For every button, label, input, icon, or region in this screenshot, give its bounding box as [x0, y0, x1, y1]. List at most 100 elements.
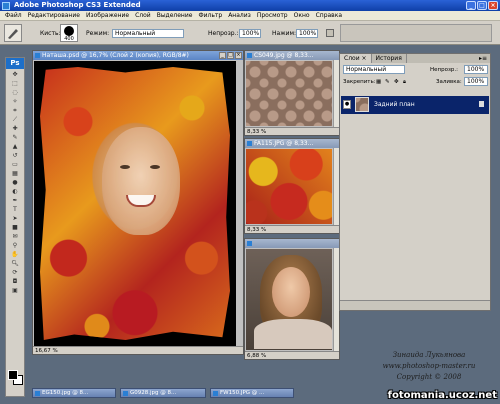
menu-window[interactable]: Окно — [291, 12, 313, 19]
hand-icon[interactable]: ✋ — [6, 250, 24, 259]
document-title[interactable]: Наташа.psd @ 16,7% (Слой 2 (копия), RGB/… — [33, 51, 243, 60]
marquee-icon[interactable]: ⬚ — [6, 79, 24, 88]
doc-maximize-button[interactable]: □ — [227, 52, 234, 59]
canvas[interactable] — [34, 61, 236, 346]
blend-mode-select[interactable]: Нормальный — [343, 65, 405, 74]
document-icon — [247, 241, 252, 246]
document-title[interactable] — [245, 239, 339, 248]
menu-help[interactable]: Справка — [313, 12, 345, 19]
menu-bar: Файл Редактирование Изображение Слой Выд… — [0, 11, 500, 21]
magic-wand-icon[interactable]: ✧ — [6, 97, 24, 106]
visibility-eye-icon[interactable]: ● — [343, 100, 351, 109]
document-window-main[interactable]: Наташа.psd @ 16,7% (Слой 2 (копия), RGB/… — [32, 50, 244, 355]
tab-history[interactable]: История — [372, 54, 407, 63]
brush-icon — [8, 29, 18, 39]
zoom-icon[interactable]: 🔍︎ — [6, 259, 24, 268]
slice-icon[interactable]: ⟋ — [6, 115, 24, 124]
lock-transparency-icon[interactable]: ▦ — [376, 79, 381, 85]
type-icon[interactable]: T — [6, 205, 24, 214]
eyedropper-icon[interactable]: ⚲ — [6, 241, 24, 250]
path-select-icon[interactable]: ➤ — [6, 214, 24, 223]
document-window-leaves[interactable]: FA115.JPG @ 8,33... 8,33 % — [244, 138, 340, 234]
shape-icon[interactable]: ■ — [6, 223, 24, 232]
panel-menu-icon[interactable]: ▸≡ — [479, 55, 487, 62]
opacity-field[interactable]: 100% — [239, 29, 261, 38]
layer-opacity-field[interactable]: 100% — [464, 65, 488, 74]
move-icon[interactable]: ✥ — [6, 70, 24, 79]
fill-field[interactable]: 100% — [464, 77, 488, 86]
minimized-doc-3[interactable]: FW150.JPG @ ... — [210, 388, 294, 398]
menu-layer[interactable]: Слой — [132, 12, 154, 19]
history-brush-icon[interactable]: ↺ — [6, 151, 24, 160]
lasso-icon[interactable]: ◌ — [6, 88, 24, 97]
document-title[interactable]: CS049.jpg @ 8,33... — [245, 51, 339, 60]
minimized-doc-1[interactable]: EG150.jpg @ 8... — [32, 388, 116, 398]
lock-all-icon[interactable]: 🔒︎ — [403, 79, 406, 86]
brush-icon[interactable]: ✎ — [6, 133, 24, 142]
lock-position-icon[interactable]: ✥ — [394, 79, 399, 85]
face-overlay — [102, 127, 180, 235]
layer-row[interactable]: ● Задний план — [341, 96, 489, 114]
stamp-icon[interactable]: ▲ — [6, 142, 24, 151]
notes-icon[interactable]: ✉ — [6, 232, 24, 241]
menu-analysis[interactable]: Анализ — [225, 12, 254, 19]
maximize-button[interactable]: □ — [477, 1, 487, 10]
zoom-level[interactable]: 16,67 % — [35, 348, 58, 354]
healing-icon[interactable]: ✚ — [6, 124, 24, 133]
brush-size-picker[interactable]: 400 — [60, 24, 78, 42]
flow-field[interactable]: 100% — [296, 29, 318, 38]
menu-select[interactable]: Выделение — [154, 12, 196, 19]
minimized-doc-title: G0928.jpg @ 8... — [130, 390, 177, 396]
app-title: Adobe Photoshop CS3 Extended — [14, 1, 141, 9]
foreground-color-swatch[interactable] — [8, 370, 18, 380]
signature-line-2: www.photoshop-master.ru — [382, 362, 476, 370]
document-window-portrait[interactable]: 6,88 % — [244, 238, 340, 360]
screen-mode-icon[interactable]: ▣ — [6, 286, 24, 295]
document-icon — [213, 391, 218, 396]
menu-file[interactable]: Файл — [2, 12, 25, 19]
menu-image[interactable]: Изображение — [83, 12, 132, 19]
mode-value: Нормальный — [115, 30, 156, 37]
mode-label: Режим: — [86, 30, 110, 37]
minimized-doc-title: EG150.jpg @ 8... — [42, 390, 89, 396]
menu-filter[interactable]: Фильтр — [195, 12, 225, 19]
dodge-icon[interactable]: ◐ — [6, 187, 24, 196]
doc-minimize-button[interactable]: _ — [219, 52, 226, 59]
left-eye — [120, 165, 130, 169]
eraser-icon[interactable]: ▭ — [6, 160, 24, 169]
palette-well[interactable] — [340, 24, 492, 42]
3d-rotate-icon[interactable]: ⟳ — [6, 268, 24, 277]
pen-icon[interactable]: ✒ — [6, 196, 24, 205]
zoom-level[interactable]: 8,33 % — [247, 227, 266, 233]
crop-icon[interactable]: ⌗ — [6, 106, 24, 115]
quick-mask-icon[interactable]: ◘ — [6, 277, 24, 286]
mode-select[interactable]: Нормальный — [112, 29, 184, 38]
lock-pixels-icon[interactable]: ✎ — [385, 79, 390, 85]
toolbox: Ps ✥ ⬚ ◌ ✧ ⌗ ⟋ ✚ ✎ ▲ ↺ ▭ ▦ ● ◐ ✒ T ➤ ■ ✉… — [5, 57, 25, 397]
leaf-frame-image — [40, 67, 230, 340]
doc-close-button[interactable]: × — [235, 52, 242, 59]
zoom-level[interactable]: 8,33 % — [247, 129, 266, 135]
watermark: fotomania.ucoz.net — [387, 390, 497, 401]
menu-view[interactable]: Просмотр — [254, 12, 291, 19]
tab-layers[interactable]: Слои × — [340, 54, 372, 63]
menu-edit[interactable]: Редактирование — [25, 12, 83, 19]
fill-value: 100% — [467, 78, 485, 85]
document-window-damask[interactable]: CS049.jpg @ 8,33... 8,33 % — [244, 50, 340, 136]
minimized-doc-2[interactable]: G0928.jpg @ 8... — [120, 388, 206, 398]
document-title[interactable]: FA115.JPG @ 8,33... — [245, 139, 339, 148]
document-icon — [247, 53, 252, 58]
zoom-level[interactable]: 6,88 % — [247, 353, 266, 359]
gradient-icon[interactable]: ▦ — [6, 169, 24, 178]
flow-value: 100% — [299, 30, 317, 37]
tool-preset-picker[interactable] — [4, 24, 22, 42]
minimize-button[interactable]: _ — [466, 1, 476, 10]
opacity-label: Непрозр.: — [208, 30, 239, 37]
smile — [126, 195, 156, 207]
status-bar: 16,67 % — [33, 346, 243, 354]
status-bar: 6,88 % — [245, 351, 339, 359]
close-button[interactable]: × — [488, 1, 498, 10]
airbrush-icon[interactable] — [326, 29, 334, 37]
blur-icon[interactable]: ● — [6, 178, 24, 187]
fill-label: Заливка: — [436, 79, 462, 85]
